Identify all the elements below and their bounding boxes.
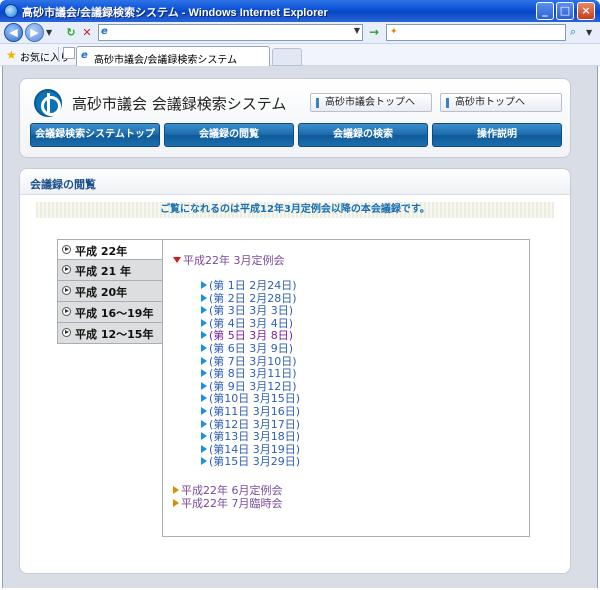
address-bar: ◀ ▶ ▼ ↻ ✕ e ▼ → ✦ ⌕ ▼ [0, 22, 600, 44]
day-arrow-icon [201, 293, 207, 302]
refresh-icon[interactable]: ↻ [64, 26, 78, 40]
city-top-link[interactable]: 高砂市トップへ [440, 93, 562, 112]
day-arrow-icon [201, 444, 207, 453]
minimize-button[interactable]: _ [536, 2, 554, 20]
history-dropdown-icon[interactable]: ▼ [46, 28, 52, 37]
bullet-arrow-icon [62, 265, 71, 274]
tab-system-top[interactable]: 会議録検索システムトップ [30, 123, 160, 147]
new-tab-button[interactable] [272, 48, 302, 66]
era-item-h12-15[interactable]: 平成 12～15年 [57, 323, 163, 344]
era-item-h22[interactable]: 平成 22年 [57, 239, 163, 260]
live-search-icon: ✦ [390, 27, 398, 37]
tab-help[interactable]: 操作説明 [432, 123, 562, 147]
day-arrow-icon [201, 306, 207, 315]
era-item-h16-19[interactable]: 平成 16～19年 [57, 302, 163, 323]
expanded-triangle-icon [173, 257, 181, 263]
favorites-star-icon[interactable]: ★ [6, 48, 17, 62]
page-icon: e [101, 26, 108, 37]
page-viewport: 高砂市議会 会議録検索システム 高砂市議会トップへ 高砂市トップへ 会議録検索シ… [2, 66, 598, 588]
era-item-h20[interactable]: 平成 20年 [57, 281, 163, 302]
forward-button[interactable]: ▶ [25, 23, 44, 42]
tab-page-icon: e [81, 50, 88, 61]
bullet-arrow-icon [62, 245, 71, 254]
url-dropdown-icon[interactable]: ▼ [354, 26, 360, 35]
search-input[interactable]: ✦ [386, 24, 566, 41]
day-arrow-icon [201, 381, 207, 390]
browser-tab[interactable]: e 高砂市議会/会議録検索システム [76, 46, 270, 66]
toolbar-divider [58, 47, 59, 62]
bullet-arrow-icon [62, 286, 71, 295]
day-list: (第 1日 2月24日) (第 2日 2月28日) (第 3日 3月 3日) (第 4… [201, 279, 300, 469]
content-heading: 会議録の閲覧 [20, 169, 570, 195]
window-title: 高砂市議会/会議録検索システム - Windows Internet Explo… [22, 7, 328, 19]
collapsed-triangle-icon [173, 486, 179, 494]
link-bar-icon [316, 98, 319, 108]
day-arrow-icon [201, 318, 207, 327]
site-title: 高砂市議会 会議録検索システム [72, 95, 287, 113]
day-arrow-icon [201, 331, 207, 340]
day-arrow-icon [201, 419, 207, 428]
day-link[interactable]: (第15日 3月29日) [201, 456, 300, 469]
day-arrow-icon [201, 432, 207, 441]
main-nav: 会議録検索システムトップ 会議録の閲覧 会議録の検索 操作説明 [30, 123, 562, 147]
era-item-h21[interactable]: 平成 21 年 [57, 260, 163, 281]
day-arrow-icon [201, 369, 207, 378]
search-dropdown-icon[interactable]: ▼ [586, 28, 592, 37]
link-bar-icon [446, 98, 449, 108]
era-list: 平成 22年 平成 21 年 平成 20年 平成 16～19年 平成 12～15… [57, 239, 163, 344]
header-panel: 高砂市議会 会議録検索システム 高砂市議会トップへ 高砂市トップへ 会議録検索シ… [19, 78, 571, 158]
collapsed-triangle-icon [173, 499, 179, 507]
search-icon[interactable]: ⌕ [570, 25, 584, 39]
go-arrow-icon[interactable]: → [369, 25, 383, 39]
favorites-bar: ★ お気に入り e 高砂市議会/会議録検索システム [0, 44, 600, 66]
day-arrow-icon [201, 457, 207, 466]
notice-banner: ご覧になれるのは平成12年3月定例会以降の本会議録です。 [36, 202, 554, 218]
back-button[interactable]: ◀ [4, 23, 23, 42]
title-bar: 高砂市議会/会議録検索システム - Windows Internet Explo… [0, 0, 600, 22]
council-top-link[interactable]: 高砂市議会トップへ [310, 93, 432, 112]
day-arrow-icon [201, 394, 207, 403]
session-detail: 平成22年 3月定例会 (第 1日 2月24日) (第 2日 2月28日) (第 3… [162, 239, 530, 537]
tab-label: 高砂市議会/会議録検索システム [94, 55, 238, 66]
day-arrow-icon [201, 356, 207, 365]
tab-browse[interactable]: 会議録の閲覧 [164, 123, 294, 147]
day-arrow-icon [201, 281, 207, 289]
close-button[interactable]: × [577, 2, 595, 20]
day-arrow-icon [201, 343, 207, 352]
url-input[interactable]: e ▼ [98, 24, 363, 41]
city-emblem-icon [34, 89, 62, 117]
session-link-july[interactable]: 平成22年 7月臨時会 [173, 495, 283, 511]
content-panel: 会議録の閲覧 ご覧になれるのは平成12年3月定例会以降の本会議録です。 平成 2… [19, 168, 571, 574]
page-title: 会議録の閲覧 [30, 178, 96, 191]
maximize-button[interactable]: □ [556, 2, 574, 20]
bullet-arrow-icon [62, 307, 71, 316]
day-arrow-icon [201, 406, 207, 415]
tab-search[interactable]: 会議録の検索 [298, 123, 428, 147]
quick-tabs-icon[interactable] [63, 47, 75, 59]
open-session-link[interactable]: 平成22年 3月定例会 [173, 252, 285, 268]
stop-icon[interactable]: ✕ [80, 26, 94, 40]
ie-logo-icon [4, 4, 18, 18]
bullet-arrow-icon [62, 328, 71, 337]
